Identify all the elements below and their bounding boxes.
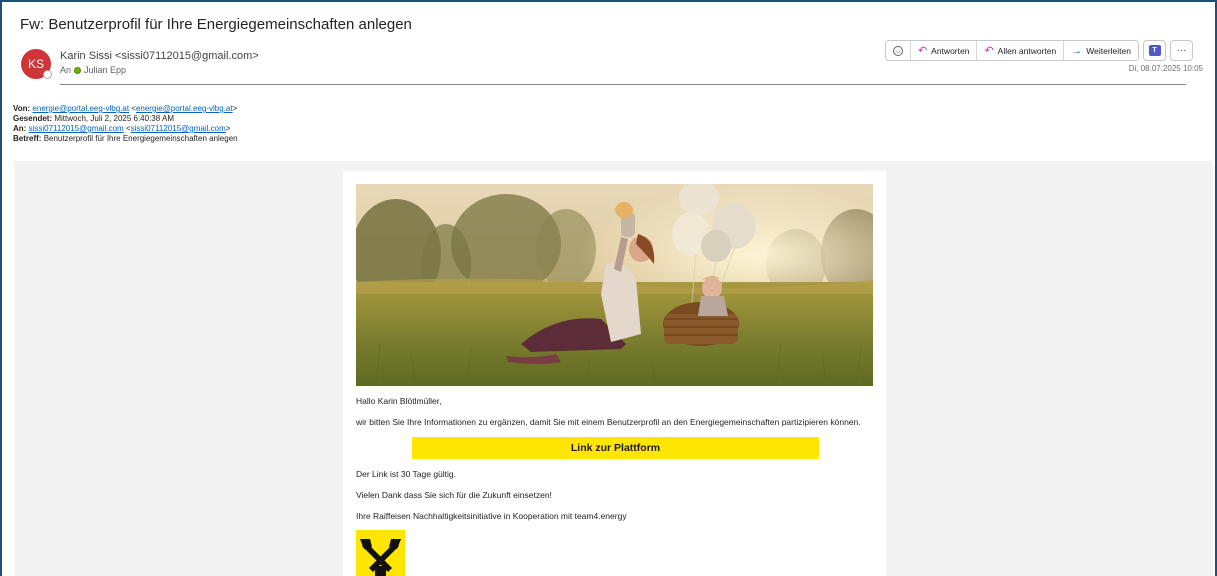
from-link[interactable]: energie@portal.eeg-vlbg.at xyxy=(32,104,129,113)
forwarded-to-row: An: sissi07112015@gmail.com <sissi071120… xyxy=(13,124,231,133)
newsletter-card: Hallo Karin Blötlmüller, wir bitten Sie … xyxy=(343,171,886,576)
more-actions-button[interactable]: ··· xyxy=(1170,40,1193,61)
forwarded-subject-row: Betreff: Benutzerprofil für Ihre Energie… xyxy=(13,134,238,144)
forwarded-from-row: Von: energie@portal.eeg-vlbg.at <energie… xyxy=(13,104,238,113)
forward-button[interactable]: → Weiterleiten xyxy=(1064,41,1138,60)
raiffeisen-logo xyxy=(356,530,405,576)
signoff-text: Ihre Raiffeisen Nachhaltigkeitsinitiativ… xyxy=(356,511,627,521)
header-divider xyxy=(60,84,1186,85)
avatar-initials: KS xyxy=(27,57,44,71)
greeting-text: Hallo Karin Blötlmüller, xyxy=(356,396,442,406)
subject-value: Benutzerprofil für Ihre Energiegemeinsch… xyxy=(43,134,238,143)
validity-text: Der Link ist 30 Tage gültig. xyxy=(356,469,457,479)
reply-label: Antworten xyxy=(931,45,970,56)
from-label: Von: xyxy=(13,104,31,113)
forwarded-sent-row: Gesendet: Mittwoch, Juli 2, 2025 6:40:38… xyxy=(13,114,238,124)
teams-button[interactable]: T xyxy=(1143,40,1166,61)
more-icon: ··· xyxy=(1176,45,1187,56)
reply-all-icon: ↶ xyxy=(984,45,994,57)
to-link-angle[interactable]: sissi07112015@gmail.com xyxy=(131,124,226,133)
recipient-name[interactable]: Julian Epp xyxy=(84,65,126,75)
intro-text: wir bitten Sie Ihre Informationen zu erg… xyxy=(356,417,861,427)
reply-all-button[interactable]: ↶ Allen antworten xyxy=(977,41,1065,60)
action-button-group: ◡ ↶ Antworten ↶ Allen antworten → Weiter… xyxy=(884,40,1139,61)
hero-image xyxy=(356,184,873,386)
raiffeisen-gable-cross-icon xyxy=(356,530,405,576)
reaction-button[interactable]: ◡ xyxy=(885,41,911,60)
from-link-angle[interactable]: energie@portal.eeg-vlbg.at xyxy=(136,104,233,113)
platform-link-button[interactable]: Link zur Plattform xyxy=(412,437,819,459)
family-meadow-balloons-image xyxy=(356,184,873,386)
forward-label: Weiterleiten xyxy=(1086,45,1131,56)
received-date: Di, 08.07.2025 10:05 xyxy=(1128,64,1203,73)
to-label: An: xyxy=(13,124,27,133)
sent-value: Mittwoch, Juli 2, 2025 6:40:38 AM xyxy=(54,114,174,123)
to-link[interactable]: sissi07112015@gmail.com xyxy=(29,124,124,133)
thanks-text: Vielen Dank dass Sie sich für die Zukunf… xyxy=(356,490,552,500)
reply-all-label: Allen antworten xyxy=(997,45,1057,56)
forwarded-header: Von: energie@portal.eeg-vlbg.at <energie… xyxy=(13,104,238,144)
email-reading-pane: Fw: Benutzerprofil für Ihre Energiegemei… xyxy=(0,0,1217,576)
subject-label: Betreff: xyxy=(13,134,42,143)
recipient-line: An Julian Epp xyxy=(60,65,126,75)
to-prefix: An xyxy=(60,65,72,75)
smiley-icon: ◡ xyxy=(892,45,903,56)
sent-label: Gesendet: xyxy=(13,114,53,123)
presence-available-icon xyxy=(74,66,82,74)
reply-button[interactable]: ↶ Antworten xyxy=(910,41,978,60)
message-toolbar: ◡ ↶ Antworten ↶ Allen antworten → Weiter… xyxy=(884,40,1193,61)
teams-icon: T xyxy=(1148,45,1161,56)
reply-icon: ↶ xyxy=(917,45,928,57)
avatar-status-icon xyxy=(43,70,52,79)
forward-icon: → xyxy=(1071,44,1083,57)
email-subject: Fw: Benutzerprofil für Ihre Energiegemei… xyxy=(20,16,412,33)
sender-name[interactable]: Karin Sissi <sissi07112015@gmail.com> xyxy=(60,50,259,62)
